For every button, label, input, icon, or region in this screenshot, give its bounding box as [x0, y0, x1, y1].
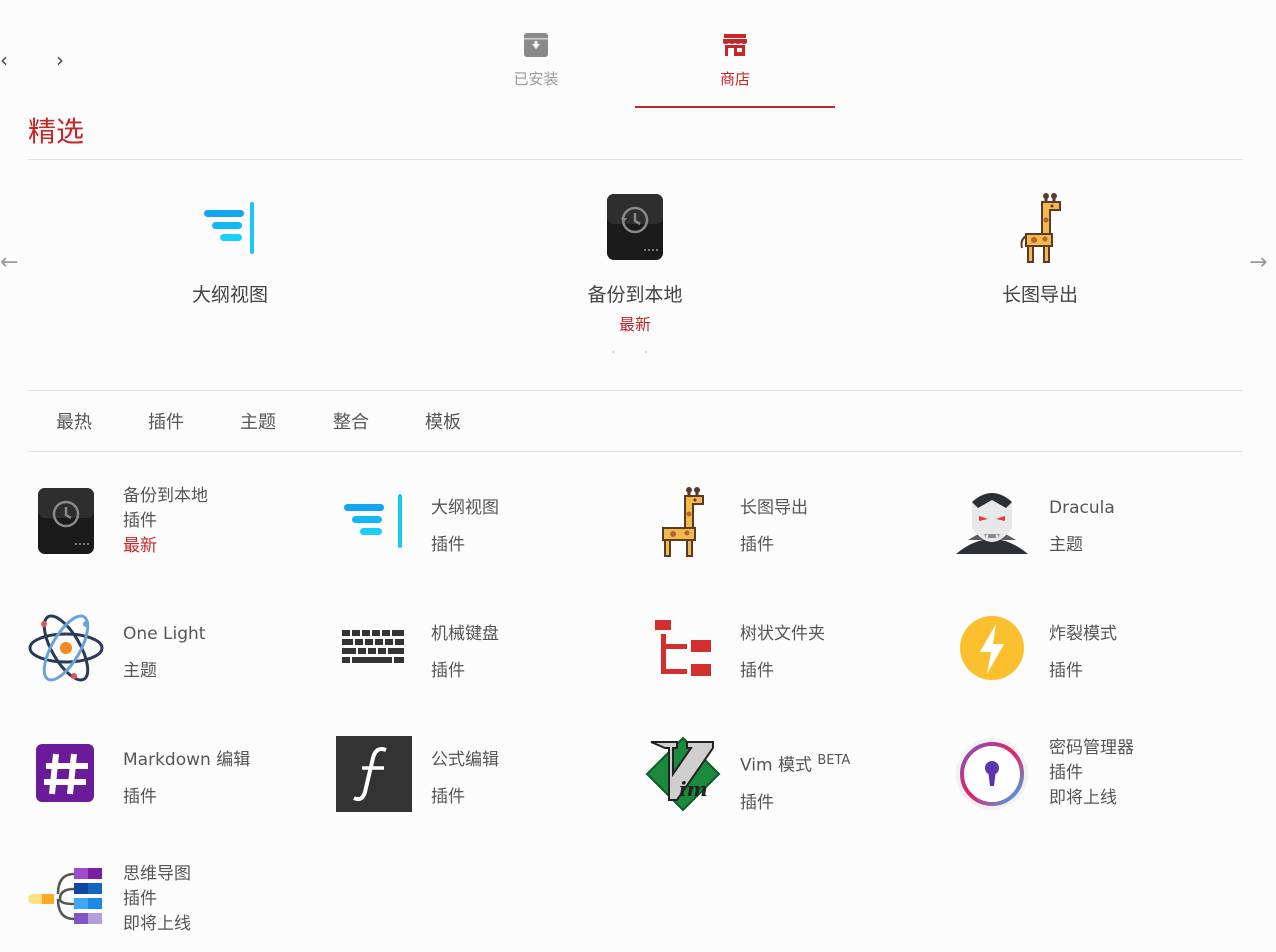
card-type: 插件 [123, 511, 157, 531]
tab-store-label: 商店 [719, 70, 750, 88]
card-power-mode[interactable]: 炸裂模式 插件 [954, 610, 1254, 700]
card-status: 即将上线 [1049, 788, 1117, 808]
card-type: 插件 [123, 787, 157, 807]
card-name-text: Vim 模式 [740, 755, 812, 776]
card-type: 插件 [740, 792, 774, 813]
card-mechanical-keyboard[interactable]: 机械键盘 插件 [336, 610, 636, 700]
card-name: 思维导图 [123, 864, 191, 884]
card-backup[interactable]: 备份到本地 插件 最新 [28, 484, 328, 574]
archive-icon [524, 33, 548, 57]
forward-button[interactable]: › [56, 48, 64, 72]
card-type: 插件 [123, 889, 157, 909]
giraffe-icon [662, 487, 704, 557]
card-type: 主题 [123, 661, 157, 681]
card-type: 插件 [1049, 661, 1083, 681]
featured-item-name: 长图导出 [1001, 284, 1078, 306]
card-status: 最新 [123, 536, 157, 556]
card-outline[interactable]: 大纲视图 插件 [336, 484, 636, 574]
filter-integrations[interactable]: 整合 [333, 408, 369, 434]
tab-installed-label: 已安装 [513, 70, 559, 88]
backup-drive-icon [38, 488, 94, 554]
card-password-manager[interactable]: 密码管理器 插件 即将上线 [954, 736, 1254, 826]
formula-icon [336, 736, 412, 812]
featured-item-backup[interactable]: 备份到本地 最新 [475, 190, 795, 335]
card-type: 插件 [431, 661, 465, 681]
carousel-prev-button[interactable]: ← [0, 250, 18, 275]
card-name: 密码管理器 [1049, 738, 1134, 758]
card-name: One Light [123, 624, 206, 644]
page-title: 精选 [28, 115, 85, 148]
card-name: Dracula [1049, 498, 1115, 518]
card-name: 大纲视图 [431, 498, 499, 518]
atom-icon [28, 614, 104, 682]
card-name: 炸裂模式 [1049, 624, 1117, 644]
filter-plugins[interactable]: 插件 [148, 408, 184, 434]
carousel-next-button[interactable]: → [1249, 250, 1267, 275]
card-name: 备份到本地 [123, 486, 208, 506]
card-type: 主题 [1049, 535, 1083, 555]
vim-icon: im [645, 736, 721, 812]
featured-item-badge: 最新 [618, 315, 651, 334]
keyboard-icon [342, 630, 404, 663]
filter-hot[interactable]: 最热 [56, 408, 92, 434]
svg-text:im: im [679, 777, 708, 801]
card-mind-map[interactable]: 思维导图 插件 即将上线 [28, 862, 328, 952]
beta-badge: BETA [817, 753, 851, 768]
card-type: 插件 [740, 661, 774, 681]
card-type: 插件 [1049, 763, 1083, 783]
giraffe-icon [1020, 193, 1061, 263]
carousel-dots[interactable]: ·· [612, 348, 677, 357]
lightning-icon [960, 616, 1024, 680]
card-dracula[interactable]: Dracula 主题 [954, 484, 1254, 574]
tab-store[interactable]: 商店 [635, 28, 835, 108]
hash-icon [36, 744, 94, 802]
featured-item-longimage[interactable]: 长图导出 [880, 190, 1200, 307]
card-one-light[interactable]: One Light 主题 [28, 610, 328, 700]
outline-icon [204, 202, 254, 254]
back-button[interactable]: ‹ [0, 48, 8, 72]
card-vim-mode[interactable]: im Vim 模式 BETA 插件 [645, 736, 945, 826]
divider [28, 390, 1243, 391]
dracula-icon [956, 493, 1028, 554]
card-tree-folder[interactable]: 树状文件夹 插件 [645, 610, 945, 700]
featured-item-name: 大纲视图 [191, 284, 268, 306]
card-name: 公式编辑 [431, 750, 499, 770]
tree-folder-icon [655, 620, 711, 676]
filter-templates[interactable]: 模板 [425, 408, 461, 434]
mindmap-icon [28, 868, 102, 924]
divider [28, 159, 1243, 160]
card-type: 插件 [431, 787, 465, 807]
card-name: 树状文件夹 [740, 624, 825, 644]
card-type: 插件 [740, 535, 774, 555]
featured-item-name: 备份到本地 [587, 284, 683, 306]
card-formula-edit[interactable]: 公式编辑 插件 [336, 736, 636, 826]
featured-item-outline[interactable]: 大纲视图 [70, 190, 390, 307]
card-name: 长图导出 [740, 498, 808, 518]
outline-icon [344, 494, 402, 548]
card-name: 机械键盘 [431, 624, 499, 644]
card-longimage[interactable]: 长图导出 插件 [645, 484, 945, 574]
store-icon [723, 34, 747, 56]
divider [28, 451, 1243, 452]
card-status: 即将上线 [123, 914, 191, 934]
card-type: 插件 [431, 535, 465, 555]
keyhole-icon [956, 738, 1028, 810]
tab-installed[interactable]: 已安装 [436, 28, 636, 108]
backup-drive-icon [607, 194, 663, 260]
card-name: Vim 模式 BETA [740, 742, 850, 785]
card-name: Markdown 编辑 [123, 750, 251, 770]
filter-themes[interactable]: 主题 [240, 408, 276, 434]
card-markdown-edit[interactable]: Markdown 编辑 插件 [28, 736, 328, 826]
